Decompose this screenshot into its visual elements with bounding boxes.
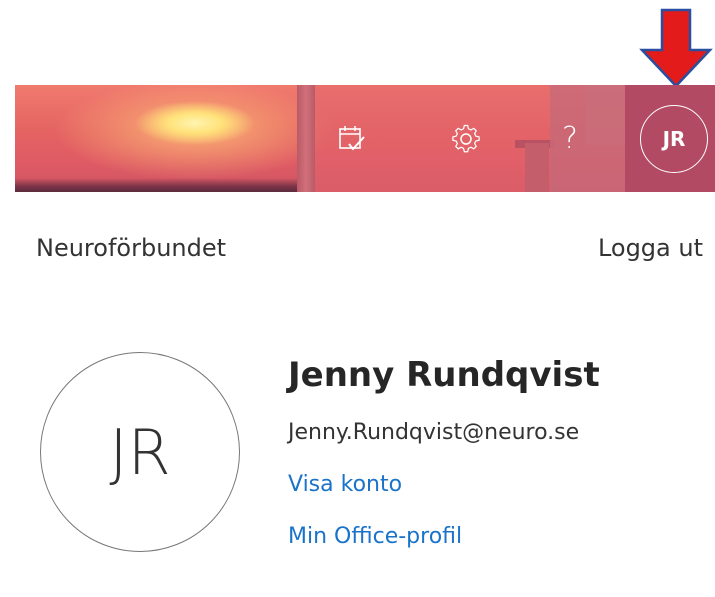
user-display-name: Jenny Rundqvist	[288, 355, 600, 395]
question-mark-icon: ?	[562, 121, 578, 156]
header-avatar: JR	[640, 104, 708, 173]
view-account-link[interactable]: Visa konto	[288, 472, 402, 497]
logout-link[interactable]: Logga ut	[598, 234, 703, 262]
help-button[interactable]: ?	[535, 85, 605, 192]
settings-button[interactable]	[431, 85, 501, 192]
calendar-check-icon	[339, 125, 365, 151]
gear-icon	[452, 124, 480, 152]
account-popup-screenshot: ? JR Neuroförbundet Logga ut JR Jenny Ru…	[0, 0, 715, 597]
organization-name: Neuroförbundet	[36, 234, 227, 262]
office-profile-link[interactable]: Min Office-profil	[288, 524, 462, 549]
annotation-arrow-icon	[639, 8, 713, 88]
header-background-ground	[15, 178, 305, 192]
profile-avatar[interactable]: JR	[40, 352, 240, 552]
account-avatar-button[interactable]: JR	[640, 85, 715, 192]
calendar-button[interactable]	[317, 85, 387, 192]
user-email: Jenny.Rundqvist@neuro.se	[288, 420, 580, 445]
header-background-pole	[297, 85, 315, 192]
header-bar: ? JR	[15, 85, 715, 192]
